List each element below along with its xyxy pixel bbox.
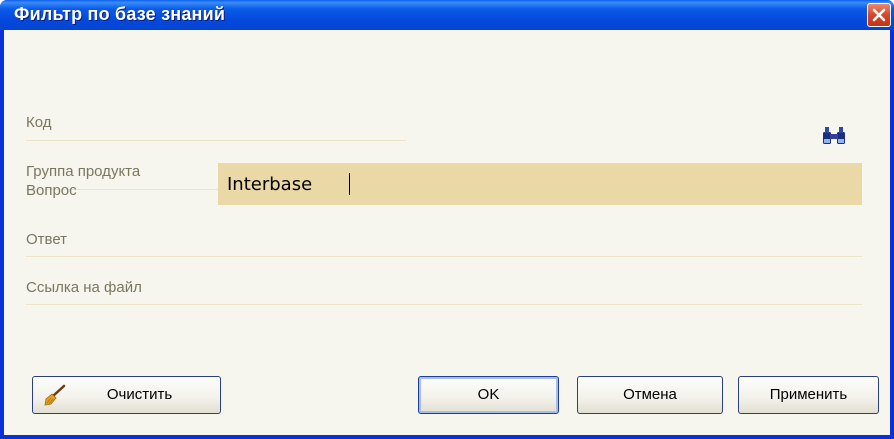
dialog-title: Фильтр по базе знаний: [14, 4, 226, 24]
field-label-answer: Ответ: [26, 231, 68, 248]
apply-button[interactable]: Применить: [738, 376, 879, 414]
field-label-product-group: Группа продукта: [26, 163, 141, 180]
clear-button[interactable]: Очистить: [32, 376, 221, 414]
field-label-code: Код: [26, 114, 52, 131]
code-field-line[interactable]: [26, 140, 406, 141]
clear-button-label: Очистить: [106, 386, 173, 403]
broom-icon: [44, 384, 66, 406]
dialog-body: [4, 30, 890, 435]
close-button[interactable]: [867, 3, 891, 27]
apply-button-label: Применить: [769, 386, 848, 403]
text-caret: [349, 173, 350, 195]
binoculars-icon[interactable]: [820, 126, 848, 146]
cancel-button-label: Отмена: [623, 386, 677, 403]
field-label-file-link: Ссылка на файл: [26, 279, 142, 296]
file-link-field-line[interactable]: [26, 304, 862, 305]
cancel-button[interactable]: Отмена: [577, 376, 723, 414]
filter-dialog-window: Фильтр по базе знаний Код Группа продукт…: [0, 0, 894, 439]
title-bar[interactable]: Фильтр по базе знаний: [0, 0, 894, 30]
ok-button-label: OK: [477, 386, 500, 403]
ok-button[interactable]: OK: [418, 376, 559, 414]
question-input[interactable]: [218, 163, 862, 205]
field-label-question: Вопрос: [26, 182, 77, 199]
close-icon: [872, 8, 886, 22]
answer-field-line[interactable]: [26, 256, 862, 257]
